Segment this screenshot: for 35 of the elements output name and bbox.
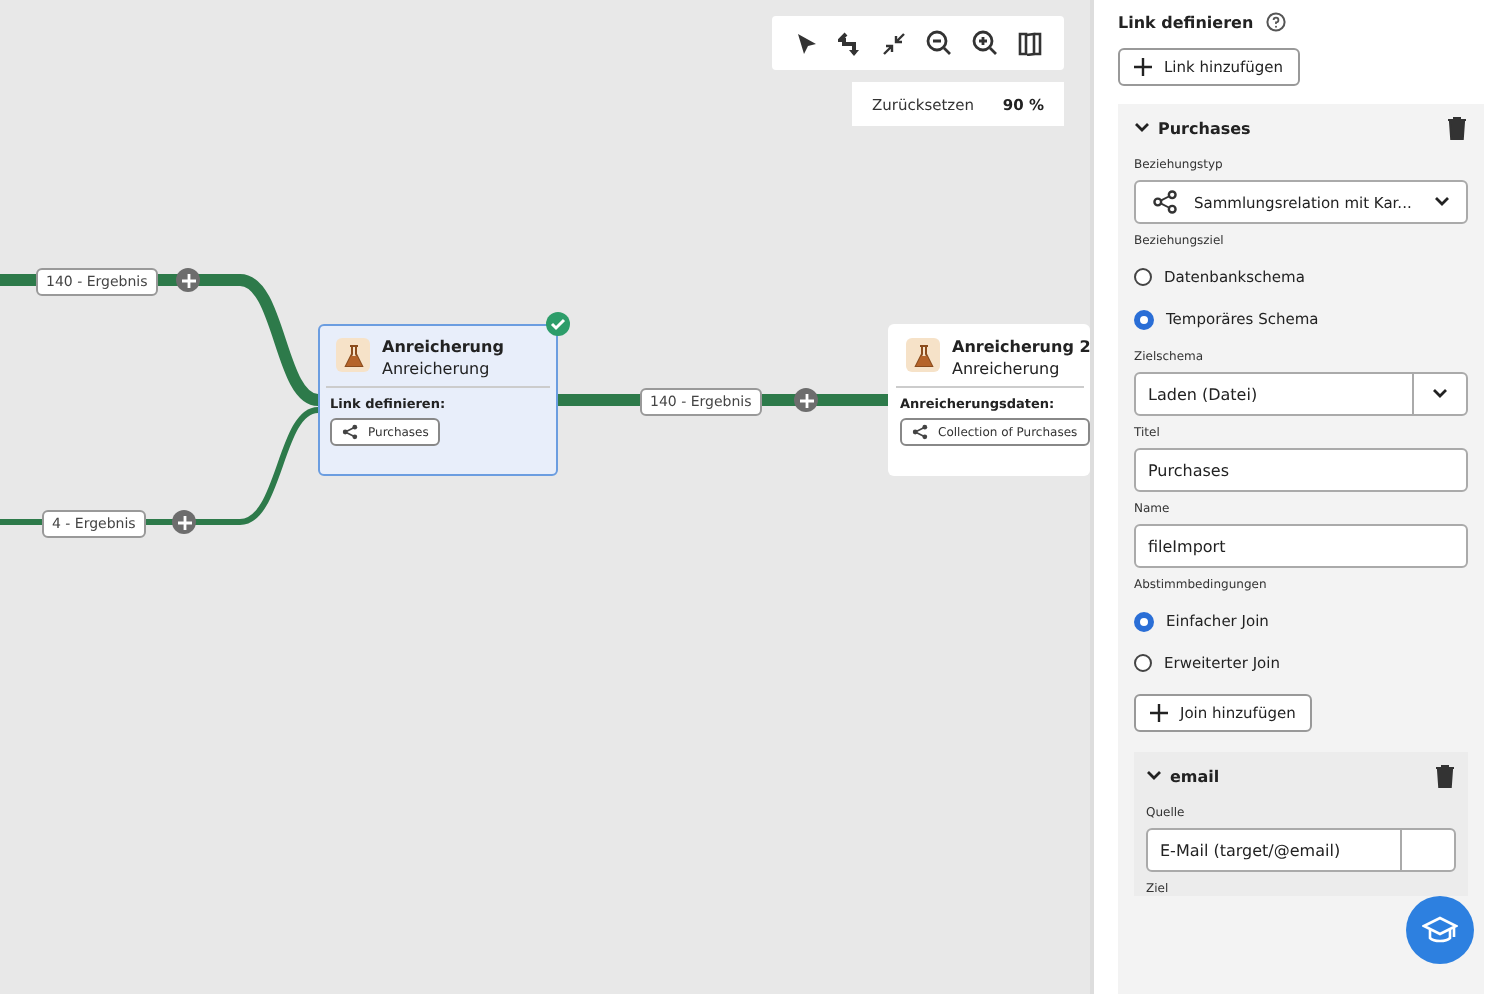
flask-icon (906, 338, 940, 372)
collapse-icon[interactable] (882, 31, 906, 55)
node-subtitle: Anreicherung (382, 360, 492, 378)
share-icon (912, 424, 928, 440)
plus-icon (1134, 58, 1152, 76)
title-input[interactable]: Purchases (1134, 448, 1468, 492)
graduation-cap-icon (1422, 914, 1458, 946)
name-input[interactable]: fileImport (1134, 524, 1468, 568)
zoom-out-icon[interactable] (926, 30, 952, 56)
add-node-button[interactable] (794, 388, 818, 412)
add-node-button[interactable] (172, 510, 196, 534)
plus-icon (1150, 704, 1168, 722)
node-title: Anreicherung 2 (952, 338, 1091, 356)
pointer-icon[interactable] (794, 31, 818, 55)
map-icon[interactable] (1018, 31, 1042, 55)
flask-icon (336, 338, 370, 372)
schema-combobox[interactable]: Laden (Datei) (1134, 372, 1468, 416)
node-subtitle: Anreicherung (952, 360, 1062, 378)
reroute-icon[interactable] (838, 31, 862, 55)
chevron-down-icon (1432, 388, 1448, 400)
chevron-icon (1134, 122, 1150, 134)
help-icon[interactable] (1265, 12, 1286, 32)
share-icon (1152, 190, 1178, 214)
join-toggle[interactable]: email (1146, 767, 1220, 785)
trash-icon[interactable] (1446, 116, 1468, 140)
source-combobox[interactable]: E-Mail (target/@email) (1146, 828, 1456, 872)
chevron-icon (1146, 770, 1162, 782)
share-icon (342, 424, 358, 440)
link-toggle[interactable]: Purchases (1134, 119, 1251, 137)
add-node-button[interactable] (176, 268, 200, 292)
chevron-down-icon (1434, 196, 1450, 208)
panel-title: Link definieren (1118, 13, 1254, 31)
zoom-in-icon[interactable] (972, 30, 998, 56)
node-title: Anreicherung (382, 338, 504, 356)
trash-icon[interactable] (1434, 764, 1456, 788)
